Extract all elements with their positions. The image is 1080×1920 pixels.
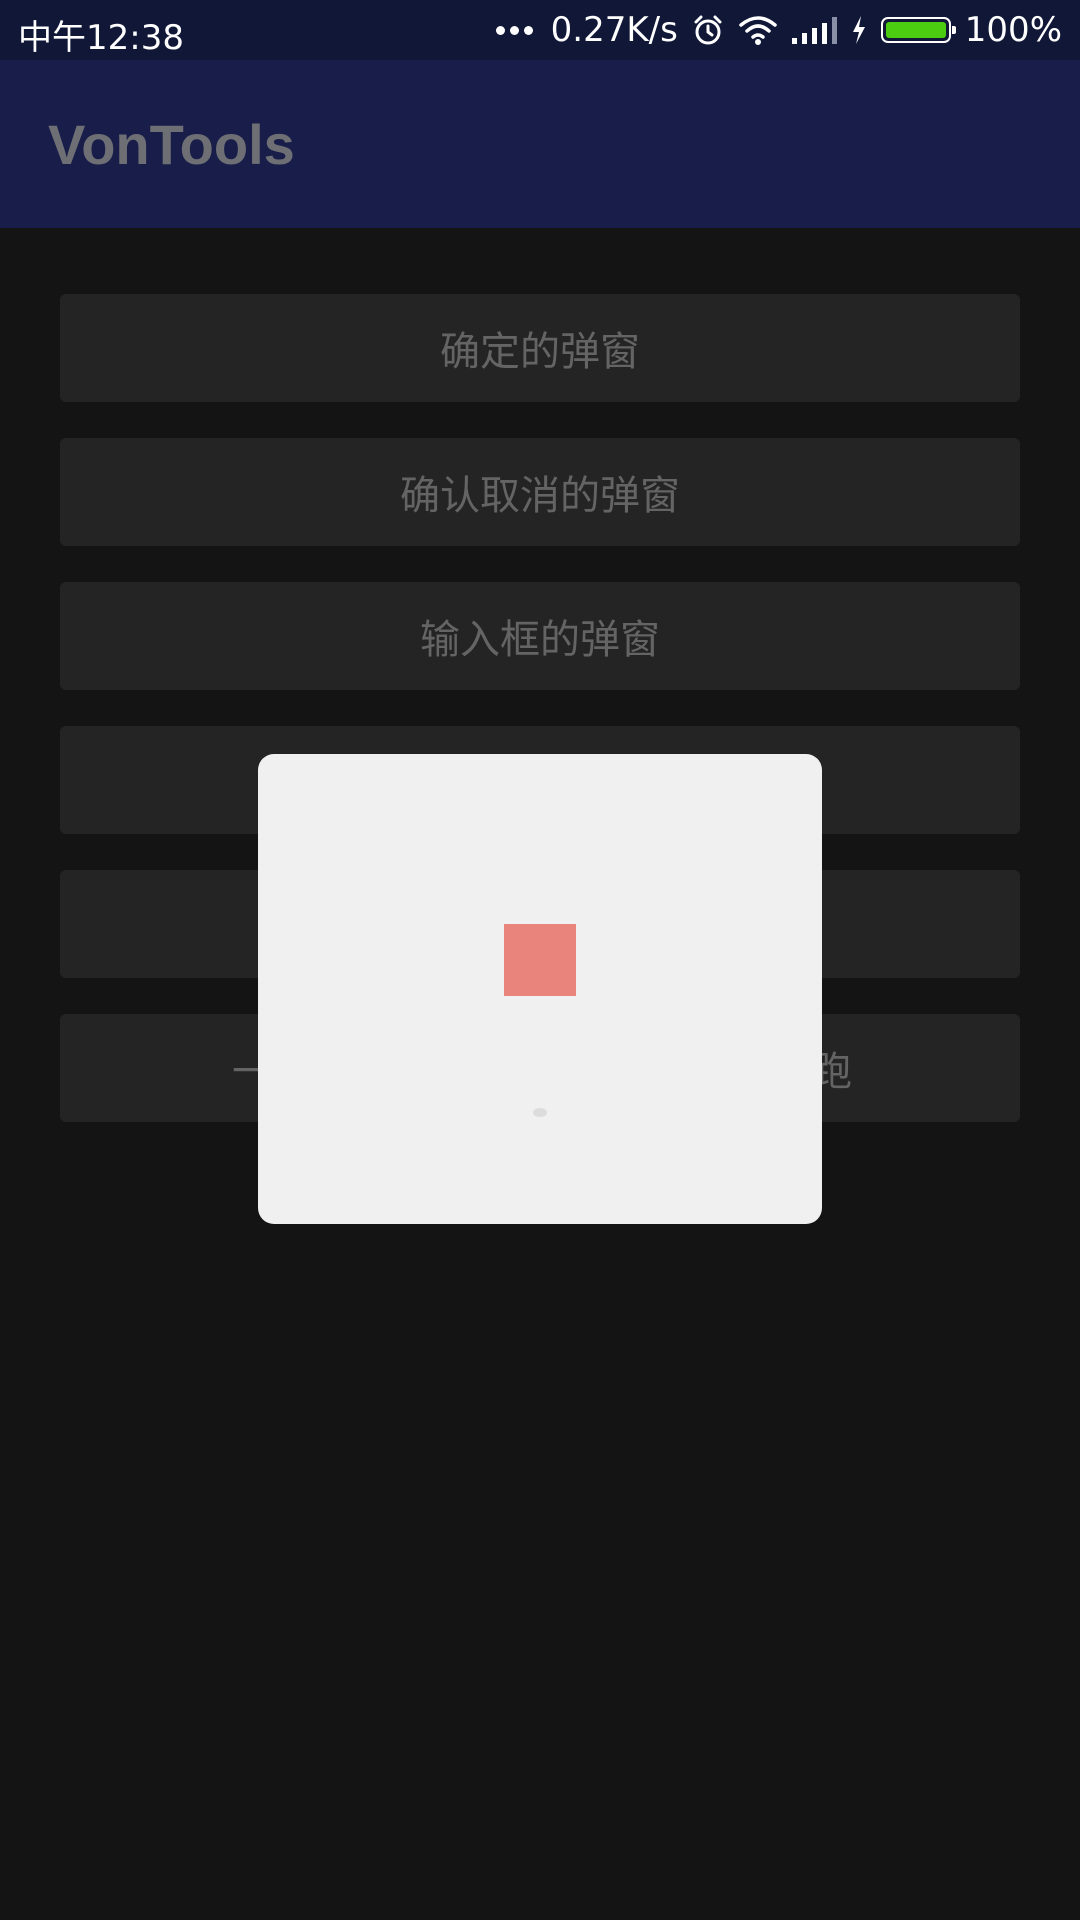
button-label: 输入框的弹窗 <box>420 617 660 663</box>
signal-icon <box>791 16 837 44</box>
more-dots-icon <box>495 25 533 35</box>
loading-indicator <box>504 924 576 996</box>
battery-percent: 100% <box>964 10 1062 50</box>
status-time: 中午12:38 <box>18 18 184 58</box>
app-bar: VonTools <box>0 60 1080 228</box>
button-label: 确定的弹窗 <box>440 329 640 375</box>
button-label: 确认取消的弹窗 <box>400 473 680 519</box>
confirm-dialog-button[interactable]: 确定的弹窗 <box>60 294 1020 402</box>
net-speed: 0.27K/s <box>550 10 678 50</box>
wifi-icon <box>739 16 777 45</box>
status-bar: 中午12:38 0.27K/s 100% <box>0 0 1080 60</box>
battery-icon <box>880 17 956 43</box>
confirm-cancel-dialog-button[interactable]: 确认取消的弹窗 <box>60 438 1020 546</box>
charging-icon <box>852 16 865 44</box>
input-dialog-button[interactable]: 输入框的弹窗 <box>60 582 1020 690</box>
loading-dot <box>533 1108 547 1117</box>
status-icons: 0.27K/s 100% <box>495 10 1062 50</box>
loading-dialog <box>258 754 822 1224</box>
alarm-icon <box>694 15 722 45</box>
app-title: VonTools <box>48 113 295 176</box>
